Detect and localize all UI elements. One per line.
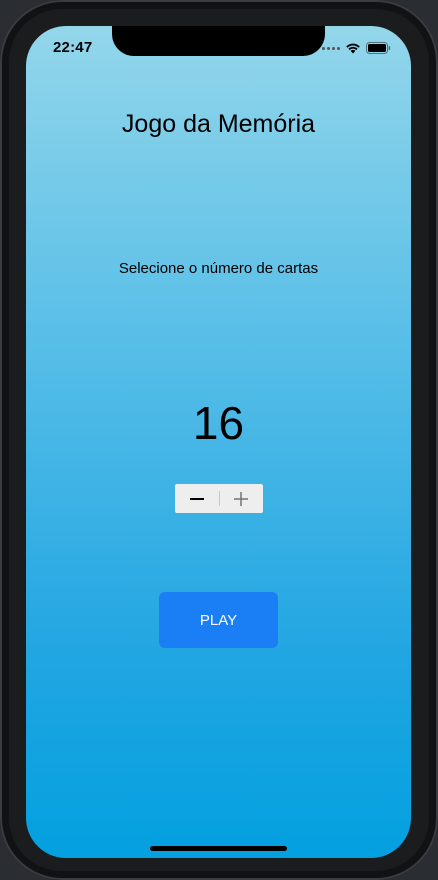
minus-icon bbox=[189, 497, 204, 500]
status-icons bbox=[322, 41, 391, 55]
plus-icon bbox=[234, 491, 249, 506]
wifi-icon bbox=[346, 43, 360, 54]
app-screen: 22:47 Jogo da Memória Selecione o número… bbox=[26, 26, 411, 858]
home-indicator[interactable] bbox=[150, 846, 287, 851]
card-count-stepper bbox=[175, 484, 263, 513]
instruction-label: Selecione o número de cartas bbox=[118, 260, 319, 277]
page-title: Jogo da Memória bbox=[121, 110, 316, 138]
play-button[interactable]: PLAY bbox=[159, 592, 278, 648]
device-notch bbox=[112, 26, 325, 56]
device-frame: 22:47 Jogo da Memória Selecione o número… bbox=[0, 0, 438, 880]
cellular-signal-icon bbox=[322, 46, 340, 50]
battery-icon bbox=[366, 42, 391, 54]
status-time: 22:47 bbox=[53, 39, 93, 56]
decrement-button[interactable] bbox=[175, 484, 219, 513]
increment-button[interactable] bbox=[220, 484, 264, 513]
card-count-value: 16 bbox=[192, 397, 245, 449]
